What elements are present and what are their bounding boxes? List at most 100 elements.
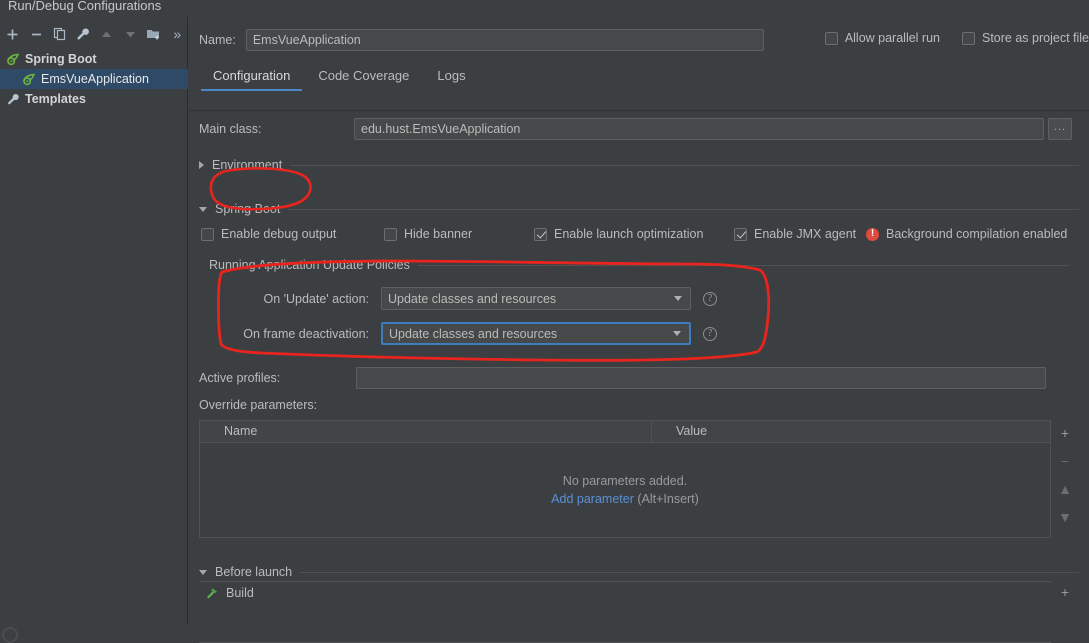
name-label: Name: [199, 33, 236, 47]
main-class-row: Main class: ... [199, 118, 1072, 140]
tree-item-spring-boot[interactable]: Spring Boot [0, 49, 188, 69]
tree-item-label: EmsVueApplication [41, 72, 149, 86]
configuration-editor-panel: Name: Allow parallel run Store as project… [189, 17, 1089, 643]
wrench-icon [8, 93, 19, 104]
run-debug-configurations-dialog: Run/Debug Configurations » Spring Boot Em… [0, 0, 1089, 643]
tab-label: Logs [437, 68, 466, 83]
hammer-icon [207, 588, 217, 599]
spring-boot-group-header[interactable]: Spring Boot [199, 202, 1079, 216]
on-frame-deactivation-help-icon[interactable]: ? [703, 326, 717, 341]
hide-banner-checkbox[interactable]: Hide banner [384, 227, 472, 241]
store-as-project-file-checkbox[interactable]: Store as project file [962, 31, 1089, 45]
on-frame-deactivation-label: On frame deactivation: [243, 326, 369, 341]
add-parameter-link[interactable]: Add parameter [551, 492, 634, 506]
override-parameters-label: Override parameters: [199, 398, 318, 412]
update-policies-title: Running Application Update Policies [209, 258, 410, 272]
add-parameter-shortcut-hint: (Alt+Insert) [637, 492, 699, 506]
enable-debug-output-checkbox[interactable]: Enable debug output [201, 227, 336, 241]
environment-group-header[interactable]: Environment [199, 158, 1079, 172]
table-header-row: Name Value [200, 421, 1050, 443]
configurations-toolbar: » [0, 21, 188, 47]
main-class-browse-button[interactable]: ... [1048, 118, 1072, 140]
before-launch-task-item[interactable]: Build [199, 582, 1051, 604]
on-frame-deactivation-value: Update classes and resources [389, 326, 558, 341]
checkbox-box[interactable] [534, 227, 547, 241]
tab-separator [189, 110, 1089, 111]
move-up-button[interactable] [96, 23, 118, 45]
before-launch-group-label: Before launch [215, 565, 293, 579]
chevron-down-icon [199, 206, 207, 212]
tree-item-emsvueapplication[interactable]: EmsVueApplication [0, 69, 188, 89]
resize-grip[interactable] [2, 627, 18, 643]
active-profiles-row: Active profiles: [199, 367, 1046, 389]
remove-parameter-button[interactable]: − [1055, 452, 1075, 470]
checkbox-box[interactable] [201, 227, 214, 241]
remove-configuration-button[interactable] [26, 23, 48, 45]
add-configuration-button[interactable] [2, 23, 24, 45]
configuration-tabs: Configuration Code Coverage Logs [199, 63, 480, 91]
environment-group-label: Environment [212, 158, 283, 172]
before-launch-side-buttons: + [1051, 583, 1079, 601]
on-frame-deactivation-dropdown[interactable]: Update classes and resources [381, 322, 691, 345]
move-parameter-down-button[interactable]: ▼ [1055, 508, 1075, 526]
divider [300, 571, 1079, 573]
enable-launch-optimization-checkbox[interactable]: Enable launch optimization [534, 227, 703, 241]
add-parameter-button[interactable]: + [1055, 424, 1075, 442]
chevron-down-icon [674, 296, 682, 301]
new-folder-button[interactable] [143, 23, 165, 45]
checkbox-label: Enable launch optimization [554, 227, 704, 241]
tree-item-templates[interactable]: Templates [0, 89, 188, 109]
allow-parallel-run-checkbox[interactable]: Allow parallel run [824, 31, 940, 45]
move-parameter-up-button[interactable]: ▲ [1055, 480, 1075, 498]
override-parameters-side-buttons: + − ▲ ▼ [1051, 420, 1079, 538]
on-update-action-row: On 'Update' action: Update classes and r… [209, 287, 717, 310]
background-compilation-status: ! Background compilation enabled [866, 227, 1067, 241]
empty-message: No parameters added. [562, 474, 688, 488]
configurations-tree[interactable]: Spring Boot EmsVueApplication Templates [0, 49, 188, 109]
on-update-action-dropdown[interactable]: Update classes and resources [381, 287, 691, 310]
table-empty-state: No parameters added. Add parameter (Alt+… [200, 443, 1050, 537]
column-header-name: Name [200, 421, 652, 442]
tab-code-coverage[interactable]: Code Coverage [304, 63, 423, 91]
on-update-action-label: On 'Update' action: [263, 291, 369, 306]
checkbox-box[interactable] [824, 31, 838, 45]
checkbox-box[interactable] [384, 227, 397, 241]
active-profiles-input[interactable] [356, 367, 1046, 389]
checkbox-box[interactable] [962, 31, 975, 45]
tree-item-label: Spring Boot [25, 52, 97, 66]
spring-boot-icon [22, 73, 36, 85]
chevron-right-icon [199, 161, 204, 169]
add-before-launch-task-button[interactable]: + [1055, 583, 1075, 601]
copy-configuration-button[interactable] [49, 23, 71, 45]
name-row: Name: [199, 29, 764, 51]
on-update-action-value: Update classes and resources [388, 291, 557, 306]
checkbox-label: Enable debug output [221, 227, 337, 241]
chevron-down-icon [673, 331, 681, 336]
spring-boot-group-label: Spring Boot [215, 202, 281, 216]
tab-logs[interactable]: Logs [423, 63, 479, 91]
before-launch-task-list[interactable]: Build [199, 581, 1051, 643]
main-class-input[interactable] [354, 118, 1044, 140]
window-title: Run/Debug Configurations [8, 0, 162, 13]
tab-configuration[interactable]: Configuration [199, 63, 304, 91]
checkbox-label: Enable JMX agent [754, 227, 857, 241]
edit-templates-button[interactable] [73, 23, 95, 45]
name-input[interactable] [245, 29, 764, 51]
tab-label: Code Coverage [318, 68, 410, 83]
checkbox-box[interactable] [734, 227, 747, 241]
main-class-label: Main class: [199, 122, 262, 136]
more-options-button[interactable]: » [167, 23, 189, 45]
update-policies-header: Running Application Update Policies [209, 258, 1069, 272]
tab-label: Configuration [213, 68, 291, 83]
move-down-button[interactable] [120, 23, 142, 45]
before-launch-group-header[interactable]: Before launch [199, 565, 1079, 579]
divider [417, 264, 1069, 266]
on-update-action-help-icon[interactable]: ? [703, 291, 717, 306]
chevron-down-icon [199, 569, 207, 575]
enable-jmx-agent-checkbox[interactable]: Enable JMX agent [734, 227, 856, 241]
spring-boot-icon [6, 53, 20, 65]
checkbox-label: Allow parallel run [844, 31, 940, 45]
checkbox-label: Hide banner [404, 227, 473, 241]
override-parameters-table: Name Value No parameters added. Add para… [199, 420, 1051, 538]
background-compilation-label: Background compilation enabled [886, 227, 1068, 241]
